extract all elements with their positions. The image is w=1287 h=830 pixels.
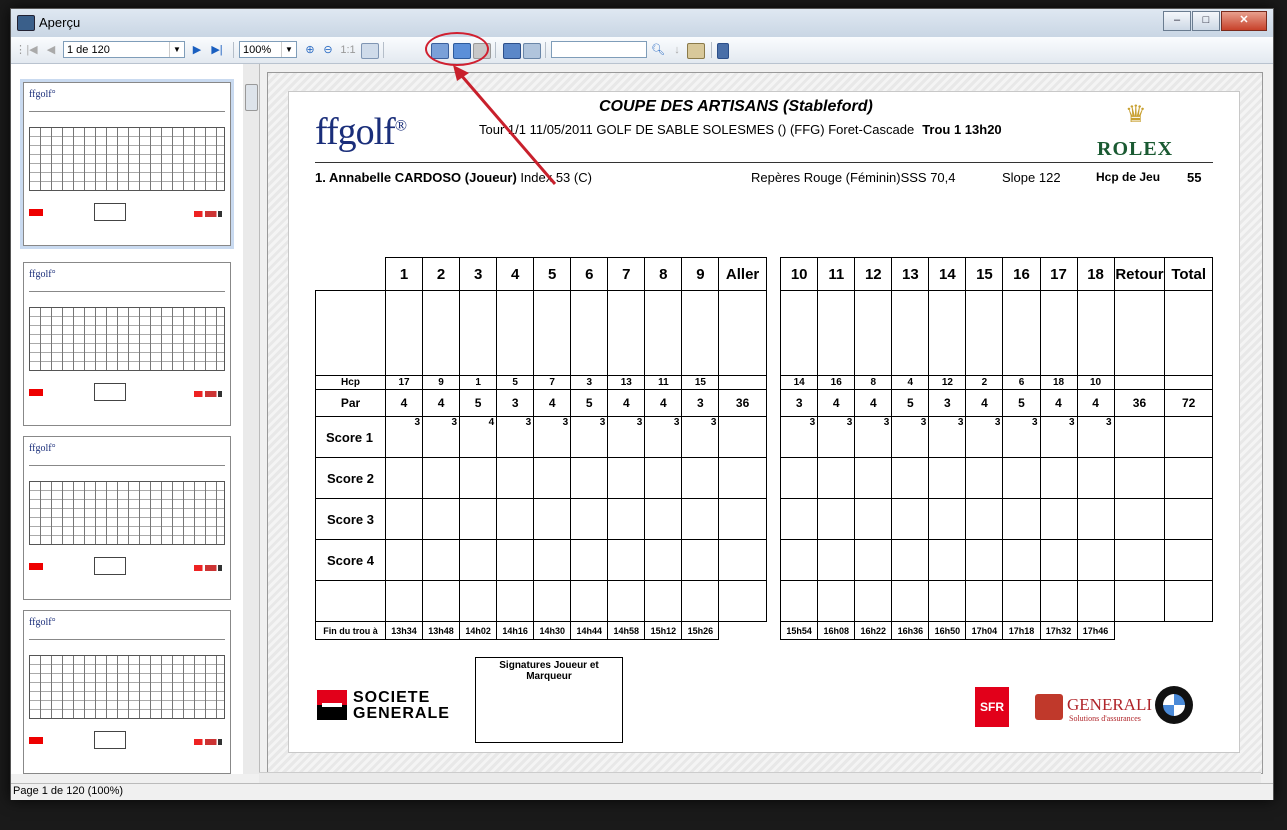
annotation-arrow-shaft [459, 74, 557, 185]
annotation-arrow-head [453, 65, 469, 81]
annotation-arrow [453, 65, 557, 185]
preview-window: Aperçu ‒ □ ✕ ⋮ |◀ ◀ 1 de 120 ▼ ▶ ▶| 100% ▼… [10, 8, 1274, 800]
